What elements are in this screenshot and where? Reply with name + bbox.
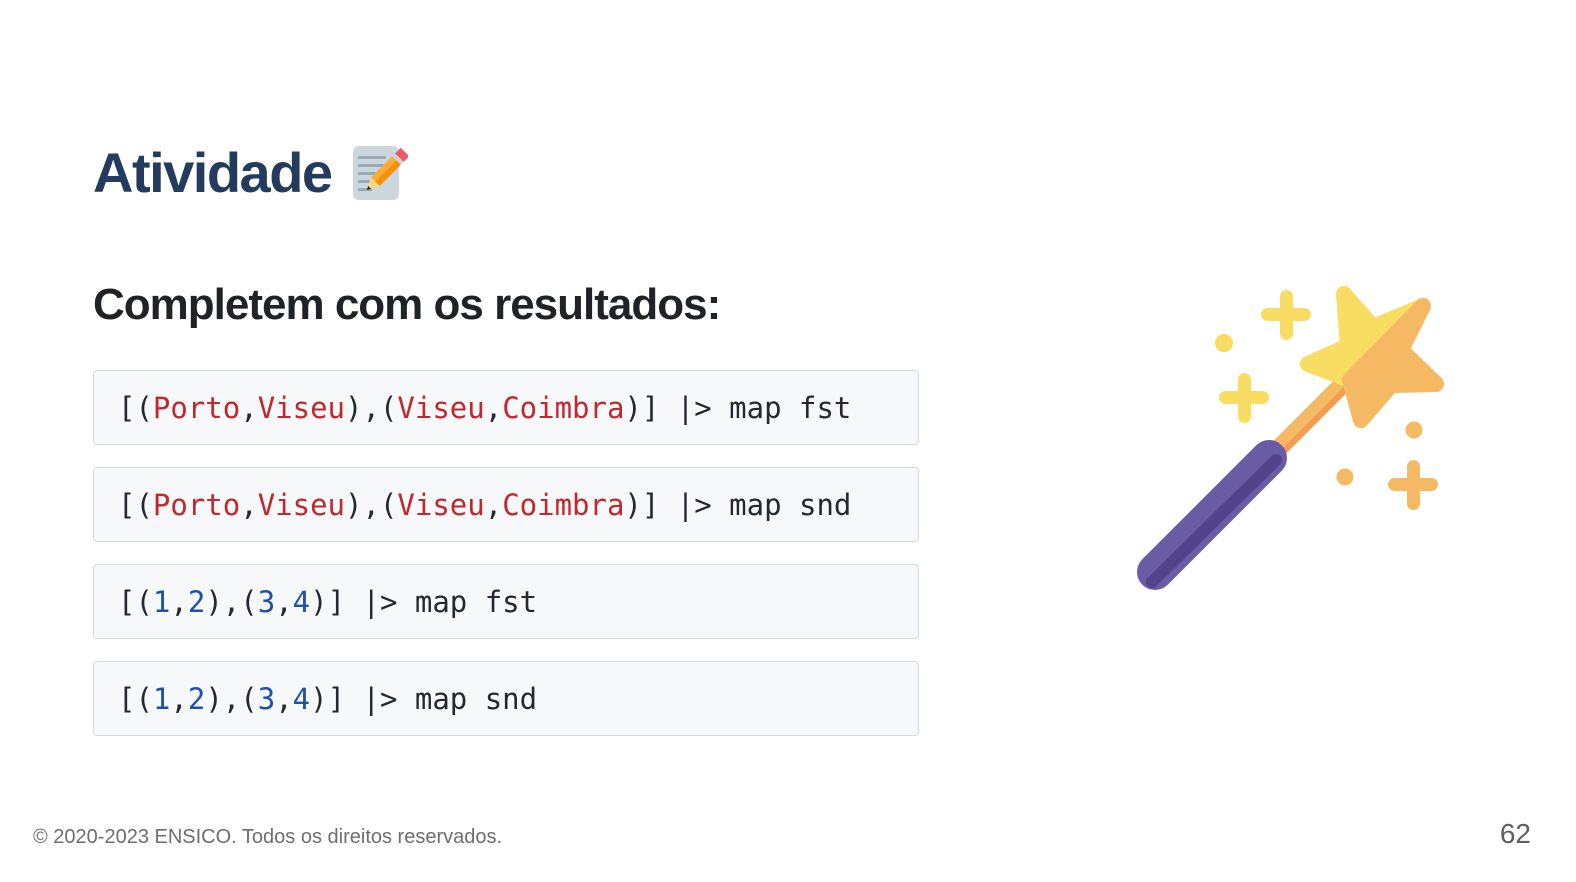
code-token: , <box>170 681 188 716</box>
string-token: Coimbra <box>502 390 625 425</box>
code-token: ),( <box>205 584 258 619</box>
code-token: ),( <box>345 487 398 522</box>
page-number: 62 <box>1499 818 1531 849</box>
copyright-footer: © 2020-2023 ENSICO. Todos os direitos re… <box>33 826 503 848</box>
code-token: )] |> map fst <box>310 584 538 619</box>
subtitle: Completem com os resultados: <box>93 280 721 329</box>
number-token: 1 <box>152 681 171 716</box>
code-token: , <box>240 487 258 522</box>
memo-pencil-icon <box>352 143 409 203</box>
code-block-3: [(1, 2),(3, 4)] |> map fst <box>93 564 919 639</box>
code-token: ),( <box>205 681 258 716</box>
code-token: [( <box>118 487 153 522</box>
string-token: Viseu <box>257 390 346 425</box>
slide-title: Atividade <box>93 140 409 205</box>
code-token: [( <box>118 681 153 716</box>
number-token: 2 <box>187 681 206 716</box>
code-token: [( <box>118 584 153 619</box>
code-token: , <box>275 584 293 619</box>
magic-wand-icon <box>1130 282 1450 602</box>
number-token: 3 <box>257 681 276 716</box>
string-token: Porto <box>152 487 241 522</box>
code-token: , <box>240 390 258 425</box>
string-token: Coimbra <box>502 487 625 522</box>
number-token: 3 <box>257 584 276 619</box>
number-token: 1 <box>152 584 171 619</box>
slide-title-text: Atividade <box>93 141 333 204</box>
string-token: Viseu <box>397 390 485 425</box>
number-token: 4 <box>292 584 311 619</box>
code-block-4: [(1, 2),(3, 4)] |> map snd <box>93 661 919 736</box>
string-token: Porto <box>152 390 241 425</box>
number-token: 4 <box>292 681 311 716</box>
code-token: , <box>484 487 503 522</box>
string-token: Viseu <box>397 487 485 522</box>
code-token: )] |> map snd <box>624 487 852 522</box>
number-token: 2 <box>187 584 206 619</box>
code-token: , <box>170 584 188 619</box>
code-block-1: [(Porto, Viseu),(Viseu, Coimbra)] |> map f… <box>93 370 919 445</box>
code-token: )] |> map snd <box>310 681 538 716</box>
string-token: Viseu <box>257 487 346 522</box>
code-block-2: [(Porto, Viseu),(Viseu, Coimbra)] |> map s… <box>93 467 919 542</box>
code-token: [( <box>118 390 153 425</box>
code-token: ),( <box>345 390 398 425</box>
code-token: , <box>484 390 503 425</box>
code-token: )] |> map fst <box>624 390 852 425</box>
code-token: , <box>275 681 293 716</box>
